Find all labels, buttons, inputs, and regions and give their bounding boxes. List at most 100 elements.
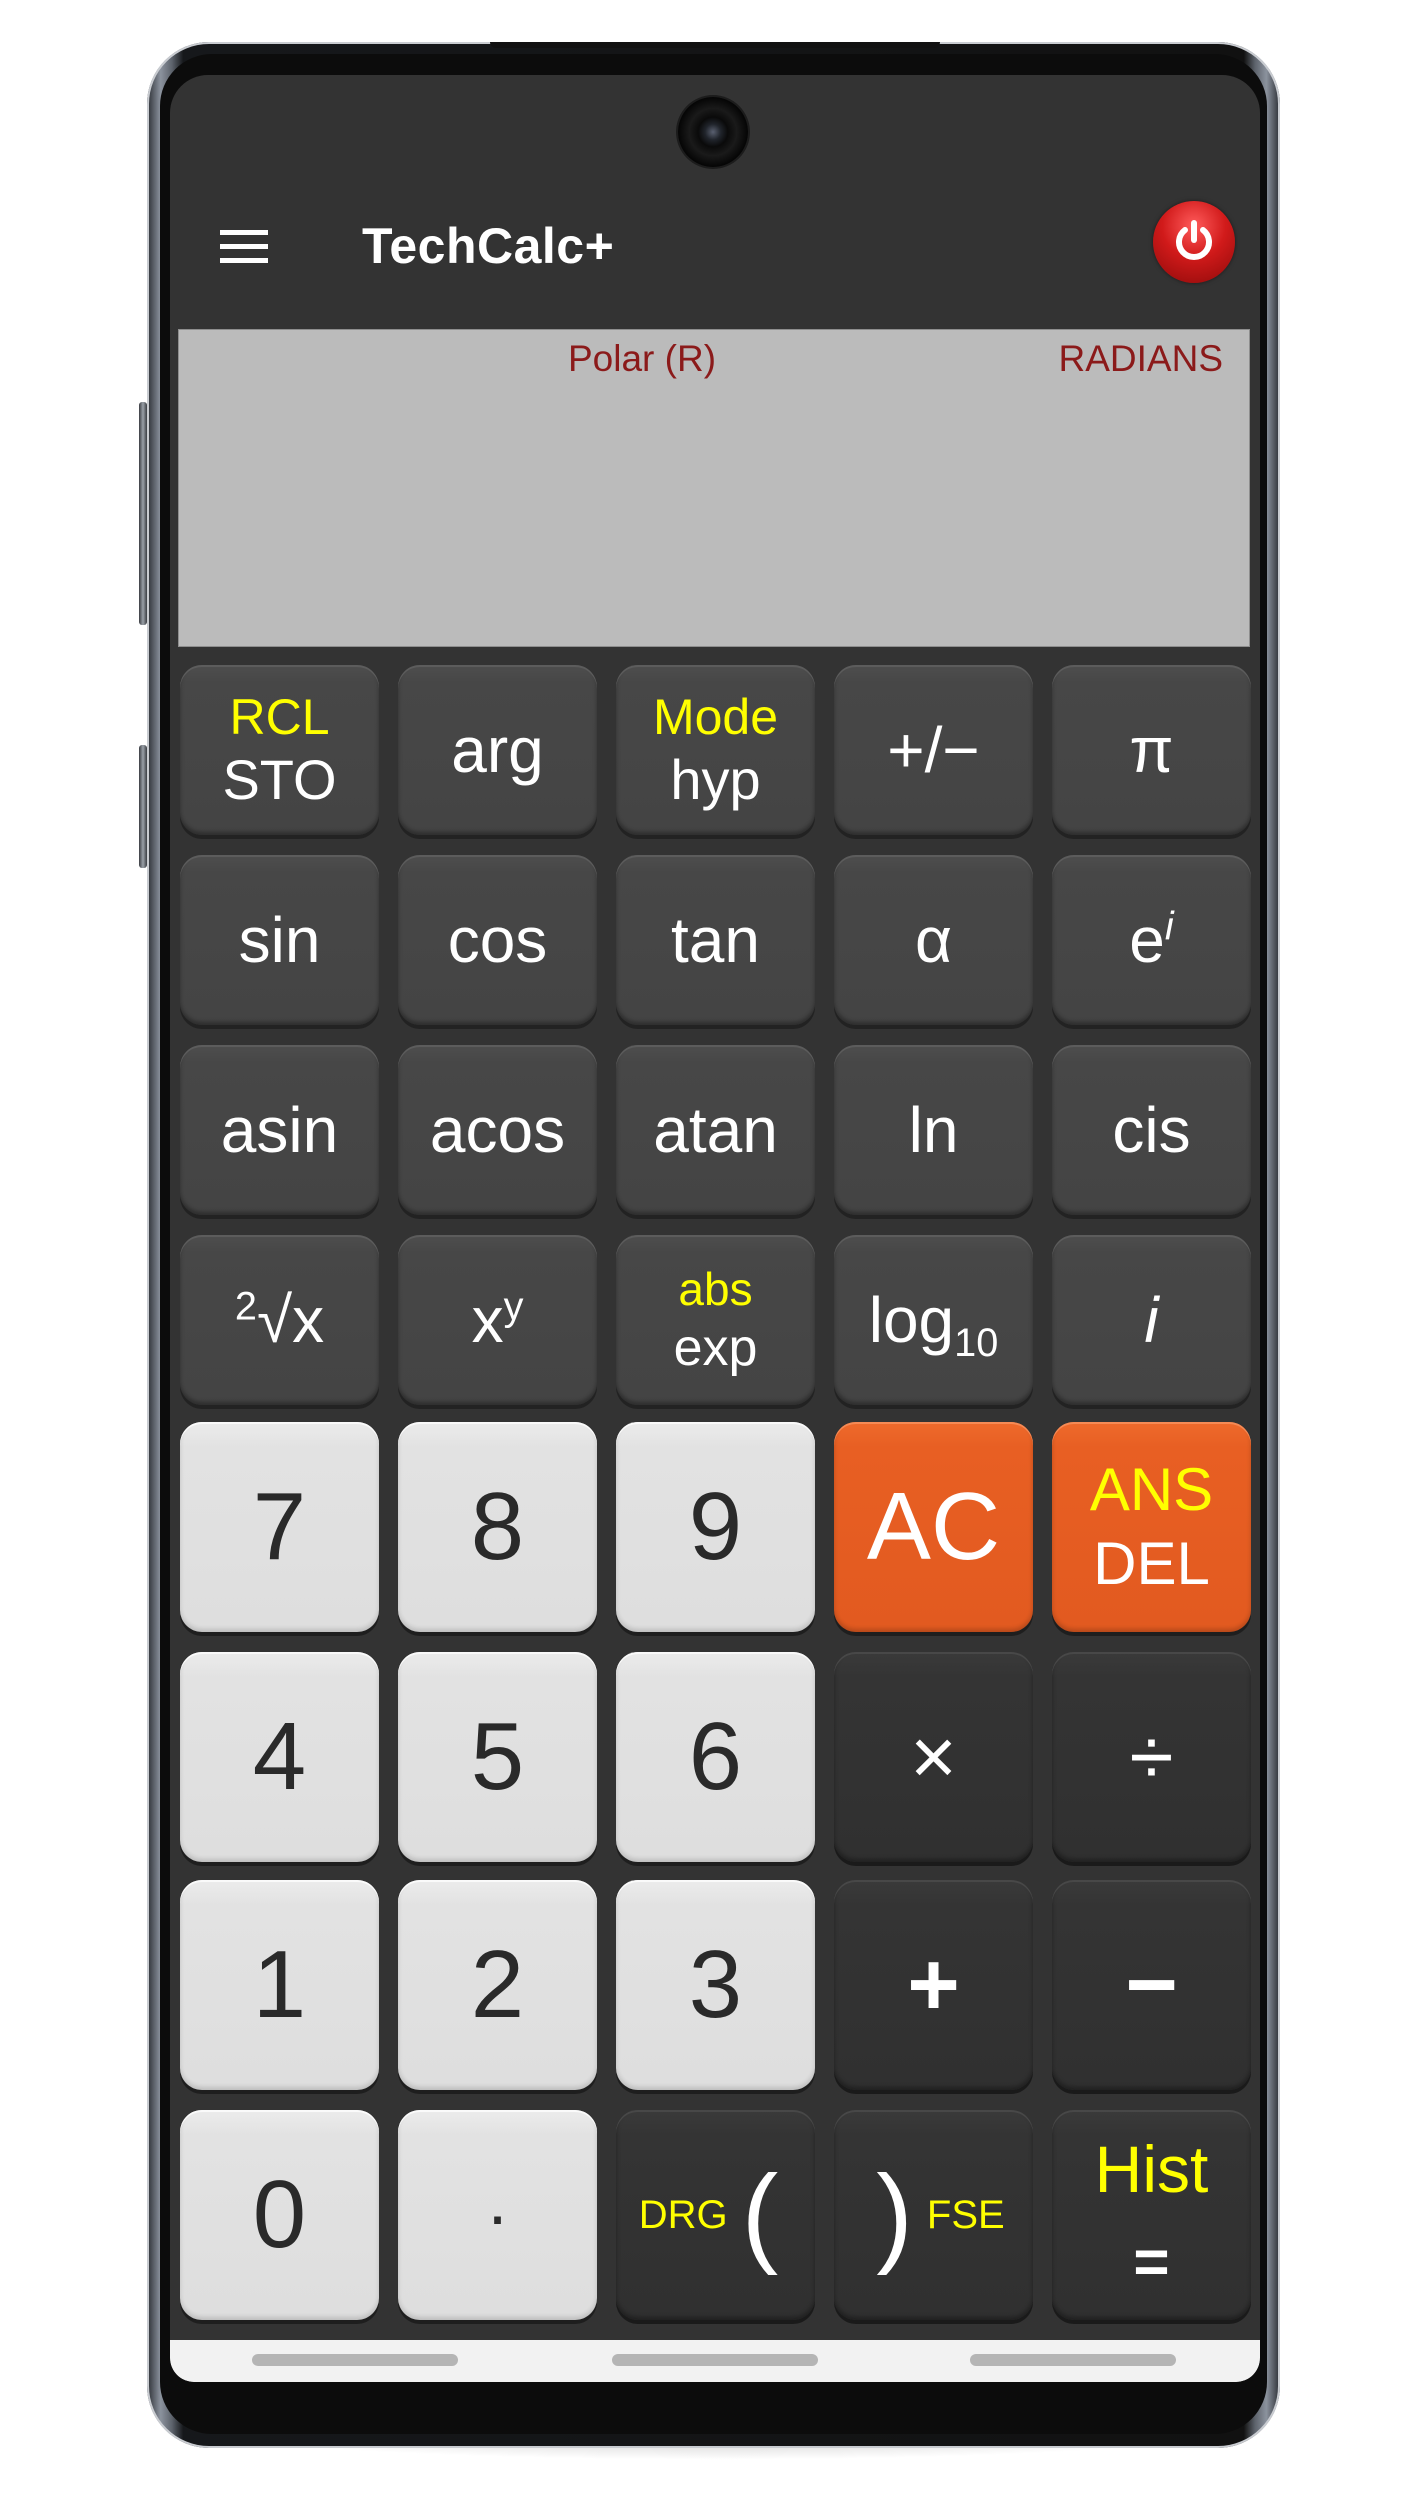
digit-8-label: 8 <box>470 1473 525 1580</box>
equals-label: = <box>1133 2228 1170 2297</box>
digit-9-key[interactable]: 9 <box>616 1422 815 1632</box>
digit-1-label: 1 <box>252 1931 307 2038</box>
exp-i-label: ei <box>1129 904 1174 972</box>
decimal-point-key[interactable]: · <box>398 2110 597 2320</box>
nav-home-button[interactable] <box>612 2354 818 2366</box>
atan-key[interactable]: atan <box>616 1045 815 1215</box>
digit-2-label: 2 <box>470 1931 525 2038</box>
arg-label: arg <box>451 714 544 786</box>
digit-7-label: 7 <box>252 1473 307 1580</box>
sto-label: STO <box>222 748 337 811</box>
sto-key[interactable]: RCL STO <box>180 665 379 835</box>
log10-key[interactable]: log10 <box>834 1235 1033 1405</box>
plus-key[interactable]: + <box>834 1880 1033 2090</box>
digit-7-key[interactable]: 7 <box>180 1422 379 1632</box>
digit-4-key[interactable]: 4 <box>180 1652 379 1862</box>
imaginary-label: i <box>1144 1284 1159 1356</box>
root-base: √x <box>256 1284 325 1356</box>
digit-2-key[interactable]: 2 <box>398 1880 597 2090</box>
digit-0-key[interactable]: 0 <box>180 2110 379 2320</box>
power-key[interactable]: xy <box>398 1235 597 1405</box>
cis-key[interactable]: cis <box>1052 1045 1251 1215</box>
nav-recents-button[interactable] <box>252 2354 458 2366</box>
power-icon <box>1176 220 1212 260</box>
exp-i-key[interactable]: ei <box>1052 855 1251 1025</box>
digit-4-label: 4 <box>252 1703 307 1810</box>
open-paren-label: ( <box>741 2153 779 2276</box>
log10-label: log10 <box>869 1288 999 1363</box>
imaginary-key[interactable]: i <box>1052 1235 1251 1405</box>
sin-label: sin <box>238 904 321 976</box>
power-exponent: y <box>503 1284 524 1329</box>
digit-6-key[interactable]: 6 <box>616 1652 815 1862</box>
ln-key[interactable]: ln <box>834 1045 1033 1215</box>
all-clear-key[interactable]: AC <box>834 1422 1033 1632</box>
volume-button <box>139 402 147 625</box>
power-button[interactable] <box>1153 201 1235 283</box>
ans-label: ANS <box>1089 1456 1214 1523</box>
power-label: xy <box>472 1284 524 1352</box>
close-paren-label: ) <box>876 2153 913 2276</box>
sin-key[interactable]: sin <box>180 855 379 1025</box>
acos-label: acos <box>429 1094 566 1166</box>
root-key[interactable]: 2√x <box>180 1235 379 1405</box>
root-index: 2 <box>234 1284 257 1329</box>
abs-label: abs <box>678 1263 753 1315</box>
delete-label: DEL <box>1093 1530 1210 1597</box>
negate-key[interactable]: +/− <box>834 665 1033 835</box>
minus-icon: − <box>1125 1935 1178 2035</box>
pi-key[interactable]: π <box>1052 665 1251 835</box>
exp-i-superscript: i <box>1164 904 1174 949</box>
tan-label: tan <box>671 904 760 976</box>
coordinate-mode-label: Polar (R) <box>568 338 717 379</box>
digit-5-key[interactable]: 5 <box>398 1652 597 1862</box>
front-camera-icon <box>678 97 748 167</box>
exp-key[interactable]: abs exp <box>616 1235 815 1405</box>
digit-3-label: 3 <box>688 1931 743 2038</box>
digit-8-key[interactable]: 8 <box>398 1422 597 1632</box>
exp-i-base: e <box>1129 904 1165 976</box>
digit-9-label: 9 <box>688 1473 743 1580</box>
drg-label: DRG <box>638 2193 728 2237</box>
asin-label: asin <box>220 1094 339 1166</box>
exp-label: exp <box>673 1319 758 1377</box>
divide-key[interactable]: ÷ <box>1052 1652 1251 1862</box>
delete-key[interactable]: ANS DEL <box>1052 1422 1251 1632</box>
negate-label: +/− <box>887 714 980 786</box>
all-clear-label: AC <box>866 1473 1001 1580</box>
arg-key[interactable]: arg <box>398 665 597 835</box>
phone-screen: TechCalc+ Polar (R) RADIANS RCL STO arg … <box>170 75 1260 2382</box>
acos-key[interactable]: acos <box>398 1045 597 1215</box>
hyp-key[interactable]: Mode hyp <box>616 665 815 835</box>
multiply-icon: × <box>910 1712 957 1801</box>
decimal-point-label: · <box>485 2176 510 2254</box>
app-title: TechCalc+ <box>362 218 615 274</box>
side-button <box>139 745 147 868</box>
digit-6-label: 6 <box>688 1703 743 1810</box>
cos-key[interactable]: cos <box>398 855 597 1025</box>
pi-label: π <box>1129 714 1174 786</box>
multiply-key[interactable]: × <box>834 1652 1033 1862</box>
cos-label: cos <box>447 904 548 976</box>
open-paren-key[interactable]: DRG ( <box>616 2110 815 2320</box>
digit-3-key[interactable]: 3 <box>616 1880 815 2090</box>
hamburger-menu-icon <box>220 258 268 263</box>
nav-back-button[interactable] <box>970 2354 1176 2366</box>
asin-key[interactable]: asin <box>180 1045 379 1215</box>
menu-button[interactable] <box>210 223 280 293</box>
fse-label: FSE <box>926 2193 1005 2237</box>
close-paren-key[interactable]: ) FSE <box>834 2110 1033 2320</box>
ln-label: ln <box>908 1094 959 1166</box>
root-label: 2√x <box>234 1284 324 1352</box>
angle-unit-label: RADIANS <box>1058 338 1223 379</box>
tan-key[interactable]: tan <box>616 855 815 1025</box>
equals-key[interactable]: Hist = <box>1052 2110 1251 2320</box>
app-bar: TechCalc+ <box>170 185 1260 325</box>
power-base: x <box>471 1284 504 1356</box>
minus-key[interactable]: − <box>1052 1880 1251 2090</box>
log-subscript: 10 <box>954 1320 999 1365</box>
alpha-label: α <box>915 904 952 976</box>
digit-0-label: 0 <box>252 2161 307 2268</box>
digit-1-key[interactable]: 1 <box>180 1880 379 2090</box>
alpha-key[interactable]: α <box>834 855 1033 1025</box>
